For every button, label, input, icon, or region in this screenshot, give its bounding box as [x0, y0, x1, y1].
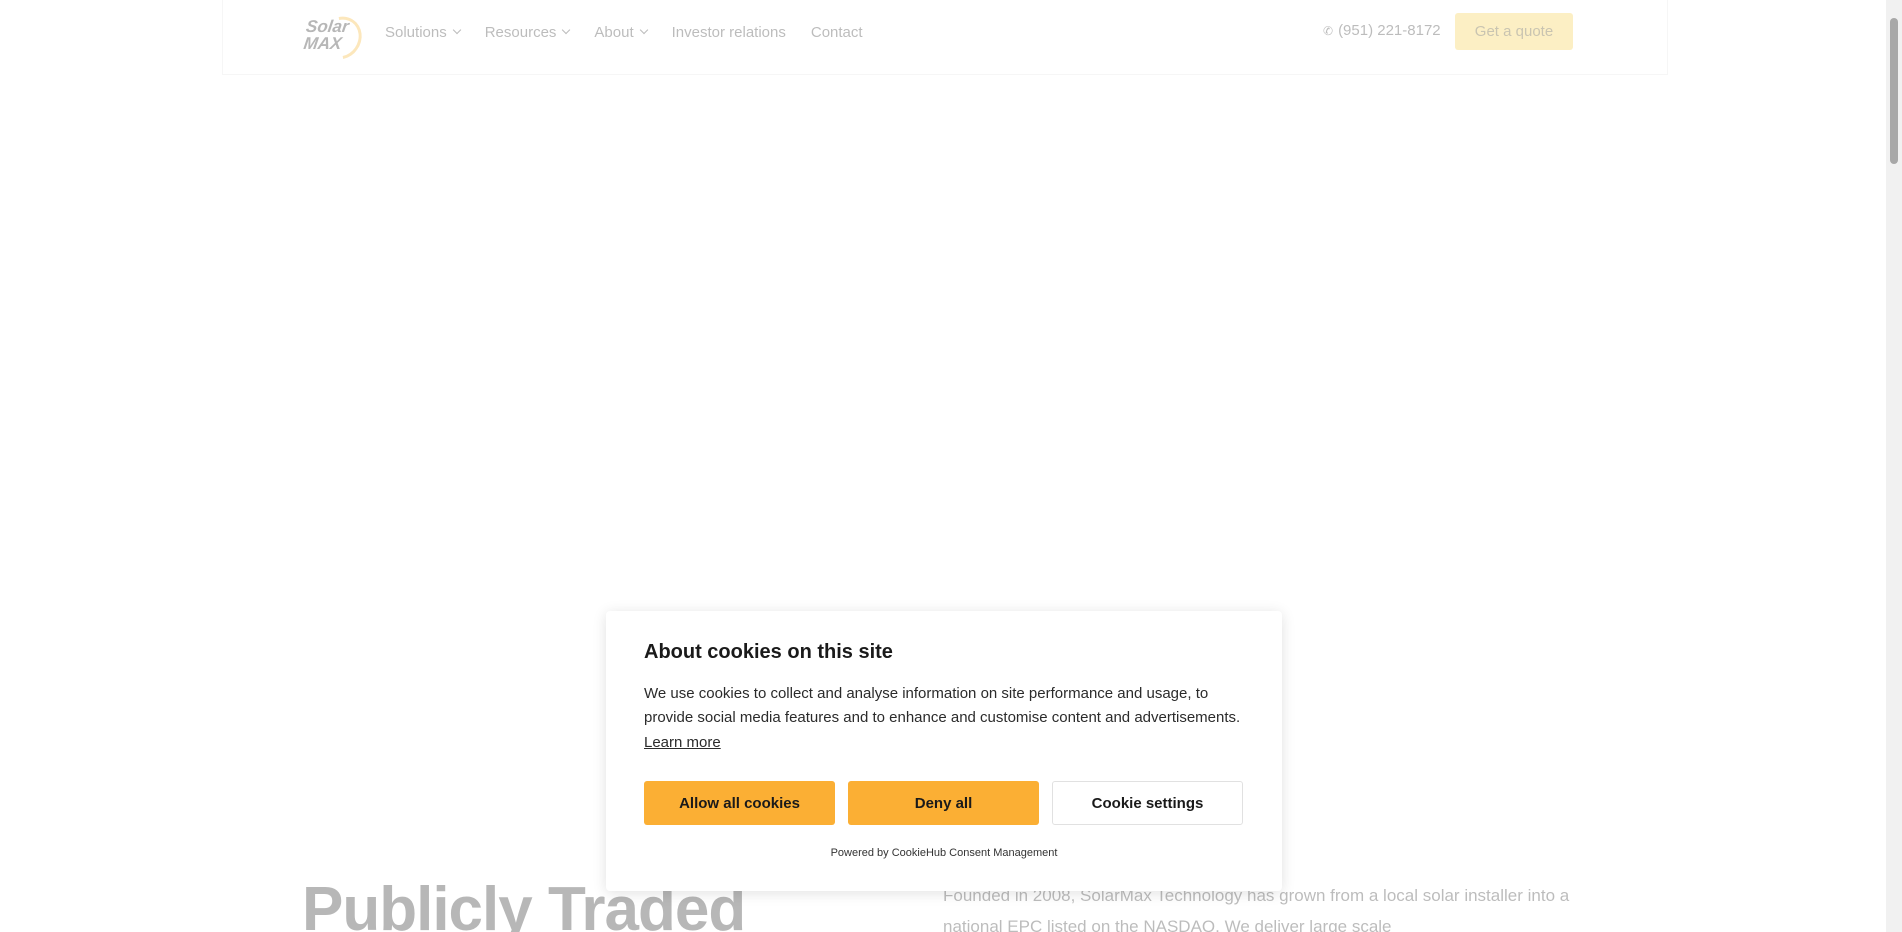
phone-link[interactable]: ✆ (951) 221-8172	[1323, 22, 1441, 39]
nav-item-about[interactable]: About	[594, 22, 648, 42]
get-quote-button[interactable]: Get a quote	[1455, 13, 1573, 50]
nav-item-contact[interactable]: Contact	[811, 22, 863, 42]
nav-item-solutions[interactable]: Solutions	[385, 22, 461, 42]
allow-all-cookies-button[interactable]: Allow all cookies	[644, 781, 835, 825]
site-header: Solar MAX Solutions Resources About Inve…	[222, 0, 1668, 75]
chevron-down-icon	[562, 25, 571, 35]
cookie-dialog-text: We use cookies to collect and analyse in…	[644, 685, 1241, 726]
site-logo[interactable]: Solar MAX	[302, 8, 371, 68]
cookie-dialog-title: About cookies on this site	[644, 641, 893, 663]
logo-text: Solar MAX	[302, 17, 351, 53]
main-nav: Solutions Resources About Investor relat…	[385, 22, 888, 42]
scrollbar-thumb[interactable]	[1890, 18, 1898, 164]
nav-label: Solutions	[385, 23, 447, 41]
page-scrollbar[interactable]	[1886, 0, 1902, 932]
nav-item-investor-relations[interactable]: Investor relations	[672, 22, 786, 42]
cookie-settings-button[interactable]: Cookie settings	[1052, 781, 1243, 825]
nav-label: Contact	[810, 23, 863, 41]
cookie-consent-dialog: About cookies on this site We use cookie…	[606, 611, 1282, 891]
nav-label: Investor relations	[671, 23, 786, 41]
chevron-down-icon	[452, 25, 461, 35]
deny-all-button[interactable]: Deny all	[848, 781, 1039, 825]
powered-by-text: Powered by CookieHub Consent Management	[830, 847, 1058, 859]
nav-label: Resources	[484, 23, 557, 41]
phone-icon: ✆	[1323, 23, 1334, 38]
learn-more-link[interactable]: Learn more	[644, 734, 721, 751]
chevron-down-icon	[639, 25, 648, 35]
phone-number: (951) 221-8172	[1338, 22, 1441, 39]
nav-label: About	[594, 23, 634, 41]
nav-item-resources[interactable]: Resources	[484, 22, 571, 42]
